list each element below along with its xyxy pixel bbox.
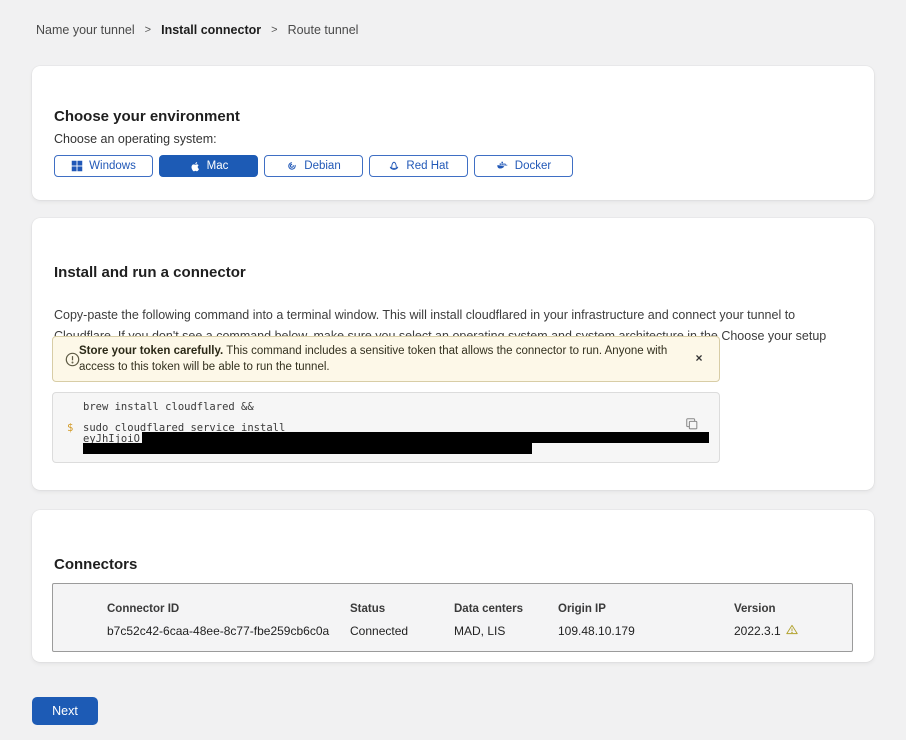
data-centers-value: MAD, LIS bbox=[454, 624, 505, 638]
breadcrumb-separator: > bbox=[271, 24, 277, 36]
header-origin-ip: Origin IP bbox=[558, 603, 606, 615]
code-line-brew: brew install cloudflared && bbox=[83, 401, 254, 413]
install-command-code-block: brew install cloudflared && $ sudo cloud… bbox=[52, 392, 720, 463]
version-value: 2022.3.1 bbox=[734, 624, 798, 638]
windows-icon bbox=[71, 160, 83, 172]
connectors-table: Connector ID Status Data centers Origin … bbox=[52, 583, 853, 652]
status-badge: Connected bbox=[350, 624, 408, 638]
install-connector-card: Install and run a connector Copy-paste t… bbox=[32, 218, 874, 490]
os-button-label: Windows bbox=[89, 160, 136, 172]
os-button-mac[interactable]: Mac bbox=[159, 155, 258, 177]
breadcrumb: Name your tunnel > Install connector > R… bbox=[36, 23, 358, 37]
os-button-label: Mac bbox=[207, 160, 229, 172]
token-warning-banner: Store your token carefully. This command… bbox=[52, 336, 720, 382]
environment-card-title: Choose your environment bbox=[54, 108, 240, 125]
os-button-group: Windows Mac Debian Red Hat Docker bbox=[54, 155, 573, 177]
token-warning-title: Store your token carefully. bbox=[79, 345, 223, 357]
alert-circle-icon bbox=[65, 352, 80, 372]
install-card-title: Install and run a connector bbox=[54, 264, 246, 281]
os-button-docker[interactable]: Docker bbox=[474, 155, 573, 177]
header-data-centers: Data centers bbox=[454, 603, 523, 615]
token-warning-text: Store your token carefully. This command… bbox=[79, 343, 685, 375]
os-button-windows[interactable]: Windows bbox=[54, 155, 153, 177]
breadcrumb-route-tunnel[interactable]: Route tunnel bbox=[288, 23, 359, 37]
os-button-redhat[interactable]: Red Hat bbox=[369, 155, 468, 177]
warning-triangle-icon bbox=[786, 624, 798, 638]
os-button-label: Red Hat bbox=[406, 160, 448, 172]
os-select-label: Choose an operating system: bbox=[54, 132, 217, 146]
os-button-label: Docker bbox=[515, 160, 551, 172]
breadcrumb-separator: > bbox=[145, 24, 151, 36]
header-version: Version bbox=[734, 603, 776, 615]
connectors-card-title: Connectors bbox=[54, 556, 137, 573]
os-button-debian[interactable]: Debian bbox=[264, 155, 363, 177]
docker-icon bbox=[496, 160, 509, 172]
header-status: Status bbox=[350, 603, 385, 615]
breadcrumb-install-connector[interactable]: Install connector bbox=[161, 23, 261, 37]
choose-environment-card: Choose your environment Choose an operat… bbox=[32, 66, 874, 200]
apple-icon bbox=[189, 160, 201, 173]
os-button-label: Debian bbox=[304, 160, 340, 172]
redacted-token-bar bbox=[142, 432, 709, 443]
next-button[interactable]: Next bbox=[32, 697, 98, 725]
shell-prompt: $ bbox=[67, 422, 73, 434]
connector-id-value: b7c52c42-6caa-48ee-8c77-fbe259cb6c0a bbox=[107, 624, 329, 638]
redacted-token-bar bbox=[83, 443, 532, 454]
header-connector-id: Connector ID bbox=[107, 603, 179, 615]
connectors-card: Connectors Connector ID Status Data cent… bbox=[32, 510, 874, 662]
redhat-icon bbox=[388, 160, 400, 172]
breadcrumb-name-your-tunnel[interactable]: Name your tunnel bbox=[36, 23, 135, 37]
copy-icon[interactable] bbox=[683, 416, 701, 434]
debian-icon bbox=[286, 160, 298, 172]
close-icon[interactable]: × bbox=[691, 350, 707, 366]
origin-ip-value: 109.48.10.179 bbox=[558, 624, 635, 638]
version-number: 2022.3.1 bbox=[734, 624, 781, 638]
